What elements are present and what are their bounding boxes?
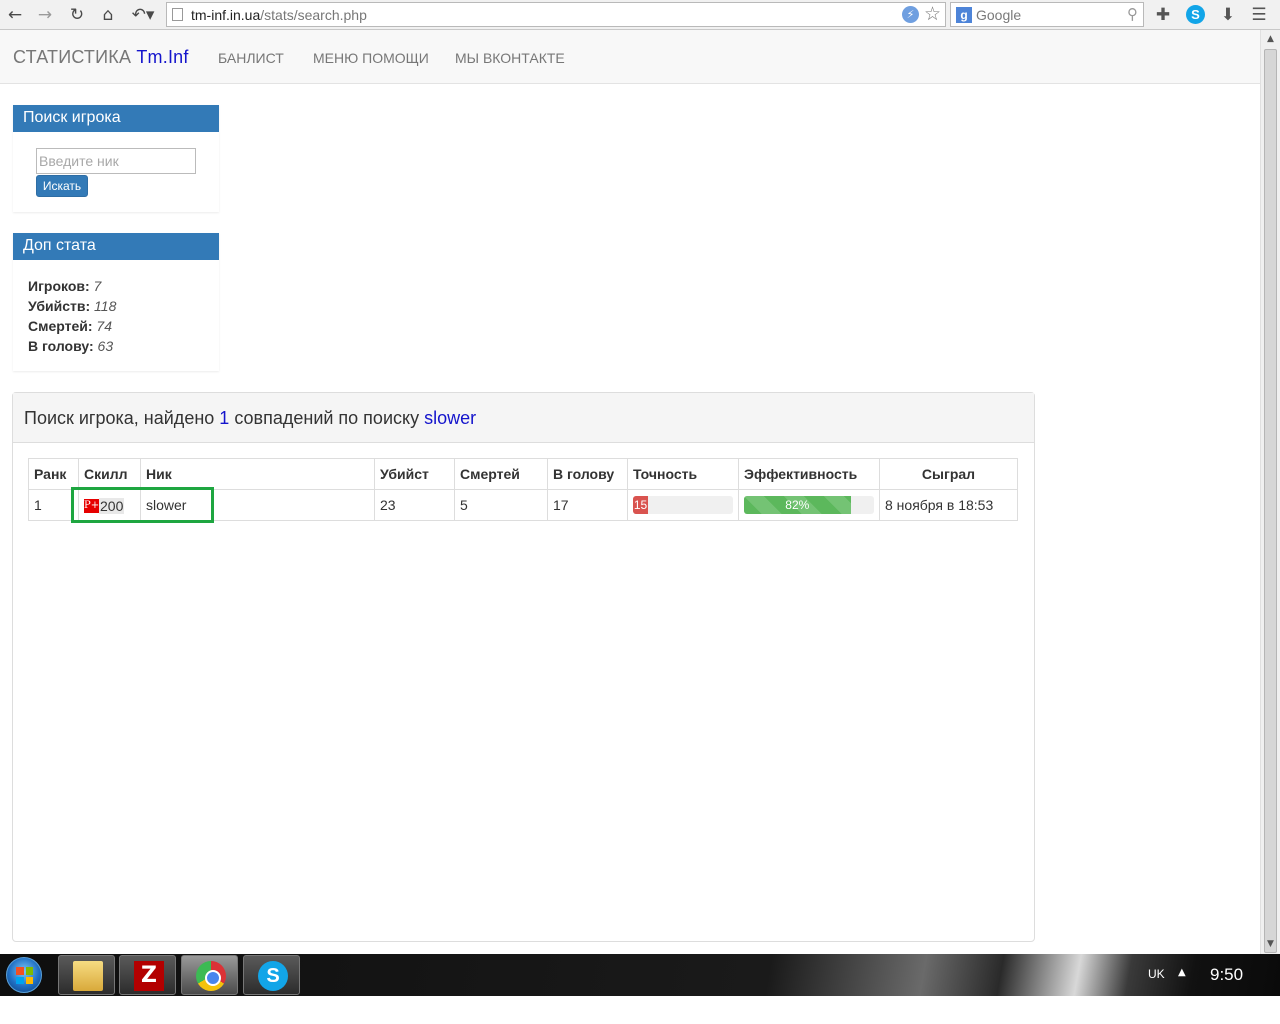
language-indicator[interactable]: UK [1148,967,1165,981]
magnifier-icon[interactable]: ⚲ [1127,5,1138,23]
col-accuracy[interactable]: Точность [627,458,739,490]
col-headshots[interactable]: В голову [547,458,628,490]
explorer-folder-icon [73,961,103,991]
nav-link-vkontakte[interactable]: МЫ ВКОНТАКТЕ [455,50,565,66]
forward-arrow-icon[interactable]: → [34,4,56,26]
accuracy-progress-fill: 15 [633,496,648,514]
reload-icon[interactable]: ↻ [66,4,88,26]
cell-played: 8 ноября в 18:53 [879,489,1018,521]
results-heading: Поиск игрока, найдено 1 совпадений по по… [13,393,1034,443]
extra-stats-title: Доп стата [13,233,219,260]
cell-headshots: 17 [547,489,628,521]
highlight-box [71,487,214,523]
col-kills[interactable]: Убийст [374,458,455,490]
nick-search-input[interactable] [36,148,196,174]
download-icon[interactable]: ⬇ [1217,4,1239,26]
bookmark-star-icon[interactable]: ☆ [924,3,941,25]
site-navbar: СТАТИСТИКА Tm.Inf БАНЛИСТ МЕНЮ ПОМОЩИ МЫ… [0,30,1260,84]
cell-deaths: 5 [454,489,548,521]
col-nick[interactable]: Ник [140,458,375,490]
search-results-panel: Поиск игрока, найдено 1 совпадений по по… [12,392,1035,942]
col-played[interactable]: Сыграл [879,458,1018,490]
stat-headshots: В голову: 63 [28,338,114,354]
system-clock[interactable]: 9:50 [1210,965,1243,985]
cell-accuracy: 15 [627,489,739,521]
player-search-panel: Поиск игрока Искать [13,105,219,212]
start-button-icon[interactable] [6,957,42,993]
stat-kills: Убийств: 118 [28,298,117,314]
undo-icon[interactable]: ↶▾ [128,4,158,26]
windows-taskbar: Z S UK ▲ 9:50 [0,954,1280,996]
page-icon [172,8,183,21]
col-efficiency[interactable]: Эффективность [738,458,880,490]
cell-kills: 23 [374,489,455,521]
col-deaths[interactable]: Смертей [454,458,548,490]
home-icon[interactable]: ⌂ [97,4,119,26]
extra-stats-panel: Доп стата Игроков: 7 Убийств: 118 Смерте… [13,233,219,371]
address-bar[interactable]: tm-inf.in.ua/stats/search.php ⚡ ☆ [166,2,946,27]
search-button[interactable]: Искать [36,175,88,197]
table-header-row: Ранк Скилл Ник Убийст Смертей В голову Т… [28,458,1018,490]
efficiency-progress-bar: 82% [744,496,874,514]
taskbar-chrome[interactable] [181,955,238,995]
cell-efficiency: 82% [738,489,880,521]
stat-deaths: Смертей: 74 [28,318,112,334]
chrome-icon [196,961,226,991]
taskbar-skype[interactable]: S [243,955,300,995]
page-scrollbar[interactable]: ▲ ▼ [1260,30,1280,954]
menu-icon[interactable]: ☰ [1248,4,1270,26]
lightning-icon[interactable]: ⚡ [902,6,919,23]
site-brand[interactable]: СТАТИСТИКА Tm.Inf [13,47,189,68]
filezilla-icon: Z [134,961,164,991]
match-count: 1 [219,408,230,428]
col-rank[interactable]: Ранк [28,458,79,490]
taskbar-explorer[interactable] [58,955,115,995]
browser-search-placeholder: Google [976,7,1022,23]
skype-extension-icon[interactable]: S [1186,5,1205,24]
efficiency-progress-fill: 82% [744,496,851,514]
accuracy-progress-bar: 15 [633,496,733,514]
taskbar-filezilla[interactable]: Z [119,955,176,995]
tray-expand-icon[interactable]: ▲ [1178,967,1186,978]
nav-link-help[interactable]: МЕНЮ ПОМОЩИ [313,50,429,66]
nav-link-banlist[interactable]: БАНЛИСТ [218,50,284,66]
scrollbar-thumb[interactable] [1264,49,1277,953]
player-search-title: Поиск игрока [13,105,219,132]
bottom-blank-area [0,996,1280,1024]
col-skill[interactable]: Скилл [78,458,141,490]
back-arrow-icon[interactable]: ← [4,4,26,26]
puzzle-extension-icon[interactable]: ✚ [1152,4,1174,26]
url-text: tm-inf.in.ua/stats/search.php [191,7,367,23]
search-query: slower [424,408,477,428]
scroll-up-arrow-icon[interactable]: ▲ [1261,31,1280,48]
browser-search-box[interactable]: g Google ⚲ [950,2,1144,27]
google-icon: g [956,7,972,23]
stat-players: Игроков: 7 [28,278,102,294]
browser-toolbar: ← → ↻ ⌂ ↶▾ tm-inf.in.ua/stats/search.php… [0,0,1280,30]
scroll-down-arrow-icon[interactable]: ▼ [1261,936,1280,953]
skype-icon: S [258,961,288,991]
